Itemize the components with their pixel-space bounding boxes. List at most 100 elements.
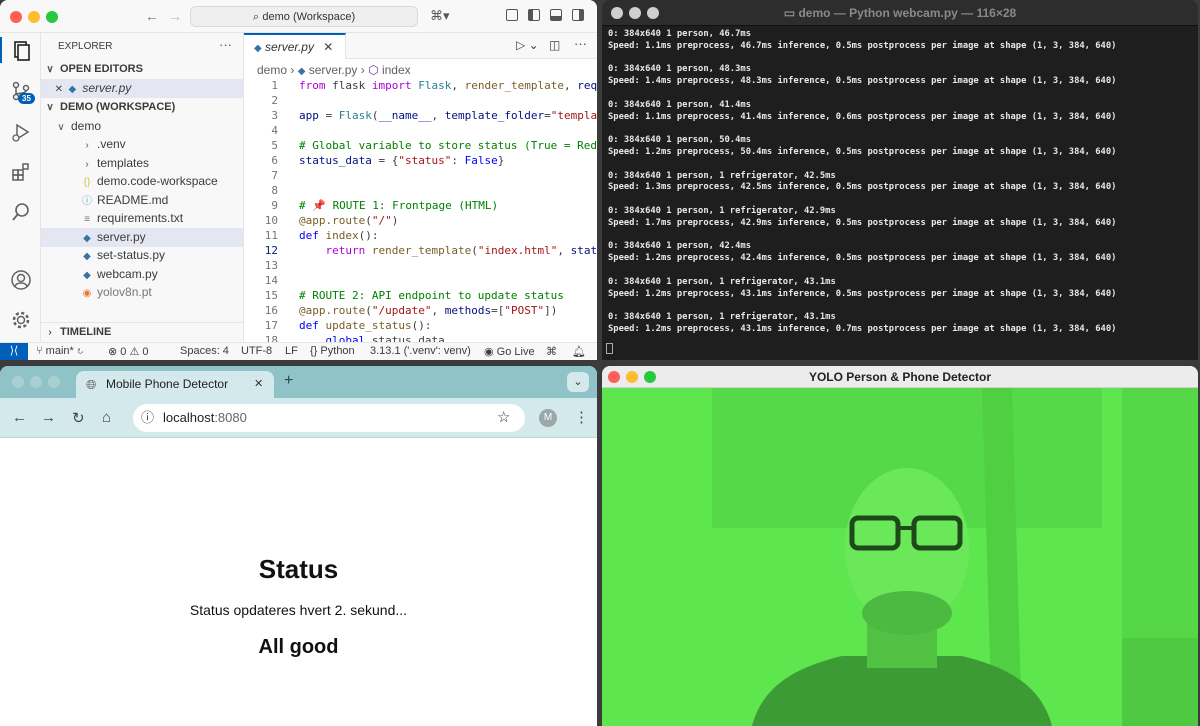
browser-tab[interactable]: 🌐︎ Mobile Phone Detector ✕ [76,371,274,398]
terminal-line: 0: 384x640 1 person, 46.7ms [608,29,751,39]
more-actions-icon[interactable]: ··· [574,36,587,51]
breadcrumb-file[interactable]: server.py [309,63,358,77]
close-window-button[interactable] [10,11,22,23]
code-token: app [299,109,319,122]
forward-arrow-icon[interactable]: → [168,8,182,24]
toggle-secondary-sidebar-icon[interactable] [572,9,584,21]
forward-arrow-icon[interactable]: → [41,409,56,426]
python-file-icon: ◆ [68,84,77,95]
tree-item-label: requirements.txt [97,211,184,225]
search-icon[interactable] [10,201,32,223]
breadcrumb-symbol[interactable]: index [382,63,411,77]
eol-indicator[interactable]: LF [285,345,298,357]
terminal-line: 0: 384x640 1 person, 1 refrigerator, 43.… [608,312,836,323]
workspace-header[interactable]: ∨ DEMO (WORKSPACE) [41,98,243,117]
tab-search-icon[interactable]: ⌄ [567,372,589,392]
vscode-titlebar: ← → ⌕ demo (Workspace) ⌘▾ [0,0,597,33]
code-token: @app.route [299,214,366,227]
code-token: flask [325,79,372,92]
more-actions-icon[interactable]: ··· [219,37,232,52]
copilot-status-icon[interactable]: ⌘ [546,345,557,358]
command-center-search[interactable]: ⌕ demo (Workspace) [190,6,418,27]
profile-avatar[interactable]: M [539,409,557,427]
tree-item-workspace-file[interactable]: {} demo.code-workspace [41,172,243,191]
tree-item-venv[interactable]: › .venv [41,135,243,154]
tab-server-py[interactable]: ◆ server.py ✕ [244,33,346,59]
copilot-icon[interactable]: ⌘▾ [430,8,450,24]
code-token: = { [371,154,399,167]
code-token: "/" [371,214,392,227]
close-window-button[interactable] [12,376,24,388]
code-token: render_template [365,244,472,257]
code-token: = [544,109,551,122]
notifications-bell-icon[interactable]: 🔔︎ [572,345,586,358]
account-icon[interactable] [10,269,32,291]
maximize-window-button[interactable] [46,11,58,23]
tab-label: server.py [265,40,314,54]
tree-folder-demo[interactable]: ∨ demo [41,117,243,136]
broadcast-icon: ◉ [484,346,494,358]
tree-folder-label: demo [71,119,102,133]
tree-item-label: yolov8n.pt [97,285,152,299]
explorer-icon[interactable] [10,39,32,61]
home-icon[interactable]: ⌂ [102,409,111,426]
encoding-indicator[interactable]: UTF-8 [241,345,272,357]
problems-indicator[interactable]: ⊗ 0 ⚠ 0 [108,345,148,358]
tree-item-server-py[interactable]: ◆ server.py [41,228,243,247]
branch-indicator[interactable]: ⑂ main* ↻ [36,345,83,357]
minimize-window-button[interactable] [30,376,42,388]
split-editor-icon[interactable]: ◫ [549,38,560,52]
settings-gear-icon[interactable] [10,309,32,331]
tree-item-yolov8n[interactable]: ◉ yolov8n.pt [41,283,243,302]
back-arrow-icon[interactable]: ← [12,409,27,426]
bookmark-star-icon[interactable]: ☆ [497,404,510,432]
chrome-menu-icon[interactable]: ⋮ [574,408,589,426]
maximize-window-button[interactable] [48,376,60,388]
new-tab-icon[interactable]: + [284,372,293,390]
back-arrow-icon[interactable]: ← [145,8,159,24]
terminal-window: ▭ demo — Python webcam.py — 116×28 0: 38… [602,0,1198,360]
vscode-window: ← → ⌕ demo (Workspace) ⌘▾ 35 EXPLORER ··… [0,0,597,360]
open-editors-header[interactable]: ∨ OPEN EDITORS [41,60,243,79]
open-editor-item[interactable]: ✕ ◆ server.py [41,79,243,98]
tree-item-set-status[interactable]: ◆ set-status.py [41,246,243,265]
indentation-indicator[interactable]: Spaces: 4 [180,345,229,357]
code-token: # Global variable to store status (True … [299,139,597,152]
go-live-button[interactable]: ◉ Go Live [484,345,535,358]
go-live-label: Go Live [496,346,535,358]
address-bar[interactable]: ⓘ localhost:8080 ☆ [133,404,525,432]
line-number: 15 [264,289,278,302]
breadcrumb-folder[interactable]: demo [257,63,287,77]
line-number: 10 [264,214,278,227]
line-number: 12 [264,244,278,257]
minimize-window-button[interactable] [28,11,40,23]
tree-item-readme[interactable]: ⓘ README.md [41,191,243,210]
code-token: template_folder [444,109,545,122]
code-token: (): [411,319,432,332]
run-python-icon[interactable]: ▷ ⌄ [516,38,539,52]
tree-item-webcam[interactable]: ◆ webcam.py [41,265,243,284]
remote-indicator-icon[interactable]: ⟩⟨ [0,343,28,360]
search-text: demo (Workspace) [262,11,356,23]
site-info-icon[interactable]: ⓘ [141,404,154,432]
tree-item-templates[interactable]: › templates [41,154,243,173]
close-tab-icon[interactable]: ✕ [323,40,333,54]
chrome-toolbar: ← → ↻ ⌂ ⓘ localhost:8080 ☆ M ⋮ [0,398,597,438]
toggle-sidebar-icon[interactable] [528,9,540,21]
layout-customize-icon[interactable] [506,9,518,21]
tree-item-label: README.md [97,193,169,207]
code-line: from flask import Flask, render_template… [299,78,597,93]
code-token: , [451,79,465,92]
tree-item-requirements[interactable]: ≡ requirements.txt [41,209,243,228]
terminal-line: Speed: 1.1ms preprocess, 41.4ms inferenc… [608,111,1117,122]
extensions-icon[interactable] [10,161,32,183]
reload-icon[interactable]: ↻ [72,409,85,427]
close-tab-icon[interactable]: ✕ [254,371,263,398]
interpreter-indicator[interactable]: 3.13.1 ('.venv': venv) [370,345,471,357]
line-number: 13 [264,259,278,272]
timeline-header[interactable]: › TIMELINE [41,322,243,341]
toggle-panel-icon[interactable] [550,9,562,21]
language-indicator[interactable]: {} Python [310,345,355,357]
line-number: 14 [264,274,278,287]
run-debug-icon[interactable] [10,121,32,143]
